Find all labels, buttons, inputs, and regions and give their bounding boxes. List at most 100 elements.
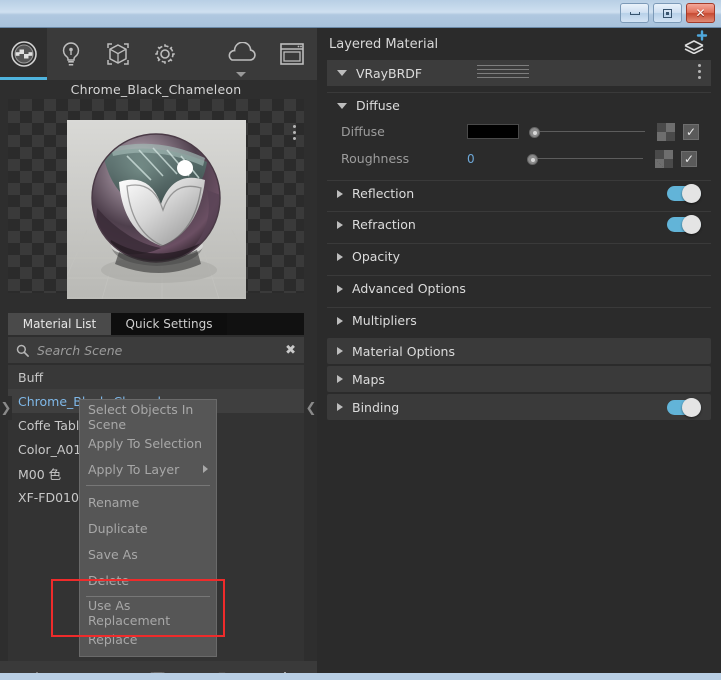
window-controls: ✕: [620, 3, 715, 23]
menu-item-use-as-replacement[interactable]: Use As Replacement: [80, 600, 216, 626]
chevron-down-icon[interactable]: [337, 103, 347, 109]
toolbar-item-lights[interactable]: [47, 28, 94, 80]
layer-name: VRayBRDF: [356, 66, 422, 81]
close-button[interactable]: ✕: [686, 3, 715, 23]
roughness-slider[interactable]: [527, 152, 645, 166]
material-preview-render: [67, 120, 246, 299]
minimize-button[interactable]: [620, 3, 649, 23]
close-icon: ✕: [695, 7, 705, 19]
section-header-diffuse[interactable]: Diffuse: [327, 92, 711, 118]
cloud-dropdown-caret-icon[interactable]: [236, 72, 246, 77]
section-maps: Maps: [327, 366, 711, 392]
toolbar-item-geometry[interactable]: [94, 28, 141, 80]
kebab-dot-icon: [293, 125, 296, 128]
section-header-advanced-options[interactable]: Advanced Options: [327, 275, 711, 301]
menu-item-apply-to-layer[interactable]: Apply To Layer: [80, 456, 216, 482]
section-header-reflection[interactable]: Reflection: [327, 180, 711, 206]
roughness-value[interactable]: 0: [467, 152, 517, 166]
section-header-multipliers[interactable]: Multipliers: [327, 307, 711, 333]
section-label: Diffuse: [356, 98, 400, 113]
slider-knob[interactable]: [527, 154, 538, 165]
preview-material-name: Chrome_Black_Chameleon: [8, 82, 304, 97]
menu-separator: [86, 485, 210, 486]
chevron-right-icon[interactable]: [337, 190, 343, 198]
section-material-options: Material Options: [327, 338, 711, 364]
render-window-icon: [278, 41, 306, 67]
slider-knob[interactable]: [529, 127, 540, 138]
menu-item-replace[interactable]: Replace: [80, 626, 216, 652]
section-label: Material Options: [352, 344, 455, 359]
list-item[interactable]: Buff: [8, 365, 304, 389]
section-binding: Binding: [327, 394, 711, 420]
section-multipliers: Multipliers: [327, 307, 711, 333]
section-reflection: Reflection: [327, 180, 711, 206]
refraction-toggle[interactable]: [667, 217, 701, 232]
tab-quick-settings[interactable]: Quick Settings: [111, 313, 227, 335]
material-context-menu: Select Objects In Scene Apply To Selecti…: [79, 399, 217, 657]
search-input[interactable]: Search Scene: [37, 343, 122, 358]
roughness-texture-slot[interactable]: [655, 150, 673, 168]
layer-options-button[interactable]: [698, 64, 701, 82]
chevron-right-icon[interactable]: [337, 375, 343, 383]
tab-material-list[interactable]: Material List: [8, 313, 111, 335]
toggle-knob: [682, 398, 701, 417]
reflection-toggle[interactable]: [667, 186, 701, 201]
toolbar-item-render-view[interactable]: [268, 28, 315, 80]
toolbar-item-materials[interactable]: [0, 28, 47, 80]
section-header-maps[interactable]: Maps: [327, 366, 711, 392]
material-name: M00 色: [18, 464, 61, 483]
chevron-right-icon[interactable]: [337, 253, 343, 261]
drag-handle-icon[interactable]: [477, 65, 529, 81]
add-layer-icon: [683, 30, 709, 54]
add-layer-button[interactable]: [683, 30, 709, 58]
section-label: Opacity: [352, 249, 400, 264]
menu-item-apply-to-selection[interactable]: Apply To Selection: [80, 430, 216, 456]
kebab-dot-icon: [293, 131, 296, 134]
diffuse-color-swatch[interactable]: [467, 124, 519, 139]
menu-item-label: Delete: [88, 573, 129, 588]
search-icon: [16, 344, 29, 357]
application-window: ✕: [0, 0, 721, 680]
light-bulb-icon: [58, 40, 84, 68]
section-header-material-options[interactable]: Material Options: [327, 338, 711, 364]
submenu-arrow-icon: [203, 465, 208, 473]
main-toolbar: [0, 28, 317, 80]
diffuse-enabled-checkbox[interactable]: ✓: [683, 124, 699, 140]
menu-item-save-as[interactable]: Save As: [80, 541, 216, 567]
section-label: Refraction: [352, 217, 416, 232]
menu-item-duplicate[interactable]: Duplicate: [80, 515, 216, 541]
menu-item-delete[interactable]: Delete: [80, 567, 216, 593]
section-opacity: Opacity: [327, 243, 711, 269]
toolbar-item-settings[interactable]: [141, 28, 188, 80]
restore-button[interactable]: [653, 3, 682, 23]
preview-options-button[interactable]: [293, 125, 296, 143]
menu-item-rename[interactable]: Rename: [80, 489, 216, 515]
preview-canvas[interactable]: [8, 99, 304, 293]
diffuse-texture-slot[interactable]: [657, 123, 675, 141]
section-advanced-options: Advanced Options: [327, 275, 711, 301]
section-header-opacity[interactable]: Opacity: [327, 243, 711, 269]
binding-toggle[interactable]: [667, 400, 701, 415]
left-panel-collapse-handle[interactable]: ❮: [305, 396, 317, 420]
chevron-right-icon[interactable]: [337, 317, 343, 325]
geometry-cube-icon: [104, 40, 132, 68]
menu-item-select-objects-in-scene[interactable]: Select Objects In Scene: [80, 404, 216, 430]
param-row-diffuse: Diffuse ✓: [327, 118, 711, 145]
toolbar-item-cloud[interactable]: [217, 28, 264, 80]
chevron-down-icon[interactable]: [337, 70, 347, 76]
chevron-right-icon[interactable]: [337, 221, 343, 229]
menu-item-label: Use As Replacement: [88, 598, 216, 628]
diffuse-slider[interactable]: [529, 125, 647, 139]
section-header-binding[interactable]: Binding: [327, 394, 711, 420]
chevron-right-icon[interactable]: [337, 285, 343, 293]
chevron-right-icon[interactable]: [337, 403, 343, 411]
left-panel: Chrome_Black_Chameleon: [0, 28, 317, 673]
layer-row-vraybrdf[interactable]: VRayBRDF: [327, 60, 711, 86]
material-sphere-icon: [9, 39, 39, 69]
left-panel-expand-handle[interactable]: ❯: [0, 396, 12, 420]
page-title: Layered Material: [329, 37, 438, 52]
chevron-right-icon[interactable]: [337, 347, 343, 355]
search-clear-icon[interactable]: ✖: [285, 343, 296, 358]
section-header-refraction[interactable]: Refraction: [327, 211, 711, 237]
roughness-enabled-checkbox[interactable]: ✓: [681, 151, 697, 167]
